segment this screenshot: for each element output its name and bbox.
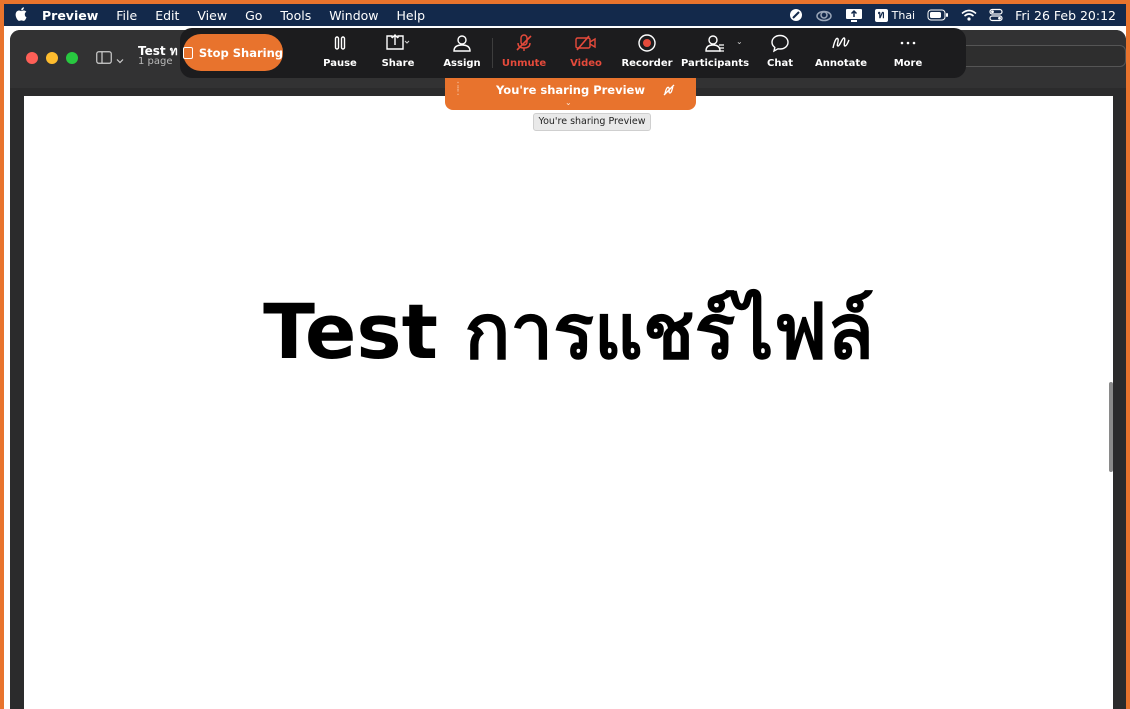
close-window-button[interactable] [26, 52, 38, 64]
minimize-window-button[interactable] [46, 52, 58, 64]
pause-label: Pause [323, 58, 357, 69]
menu-file[interactable]: File [107, 8, 146, 23]
menu-help[interactable]: Help [388, 8, 435, 23]
more-icon [898, 33, 918, 53]
battery-icon[interactable] [927, 7, 949, 23]
stop-sharing-label: Stop Sharing [198, 45, 283, 60]
unmute-button[interactable]: Unmute [502, 33, 546, 75]
sidebar-toggle-button[interactable] [96, 49, 124, 68]
chat-icon [770, 33, 790, 53]
chat-label: Chat [767, 58, 793, 69]
sidebar-icon [96, 49, 112, 68]
apple-icon[interactable] [4, 6, 38, 24]
video-label: Video [570, 58, 602, 69]
chat-button[interactable]: Chat [762, 33, 798, 75]
pause-share-button[interactable]: Pause [322, 33, 358, 75]
annotate-icon [830, 33, 852, 53]
annotate-button[interactable]: Annotate [815, 33, 867, 75]
chevron-down-icon [116, 49, 124, 68]
recorder-label: Recorder [621, 58, 673, 69]
input-source-badge: ท [874, 8, 888, 22]
menu-view[interactable]: View [188, 8, 236, 23]
more-button[interactable]: More [892, 33, 924, 75]
fullscreen-window-button[interactable] [66, 52, 78, 64]
vertical-scrollbar[interactable] [1109, 382, 1113, 472]
chevron-down-icon[interactable]: ⌄ [565, 98, 572, 107]
share-label: Share [381, 58, 415, 69]
participants-label: Participants [680, 58, 750, 69]
menu-app-preview[interactable]: Preview [38, 8, 107, 23]
document-page: Test การแชร์ไฟล์ [24, 96, 1113, 709]
sharing-banner-text: You're sharing Preview [496, 83, 645, 97]
assign-label: Assign [443, 58, 481, 69]
meeting-toolbar: Stop Sharing Pause Share Assign Unmute V… [180, 28, 966, 78]
menu-edit[interactable]: Edit [146, 8, 188, 23]
stop-square-icon [183, 46, 193, 59]
menu-window[interactable]: Window [320, 8, 387, 23]
unmute-label: Unmute [501, 58, 547, 69]
status-area: ท Thai Fri 26 Feb 20:12 [789, 4, 1116, 26]
menu-bar: Preview File Edit View Go Tools Window H… [4, 4, 1126, 26]
creative-cloud-icon[interactable] [815, 7, 833, 23]
video-off-icon [574, 33, 598, 53]
annotation-disabled-icon[interactable] [662, 82, 676, 101]
window-controls [26, 52, 78, 64]
toolbar-divider [492, 38, 493, 68]
participants-icon [704, 33, 726, 53]
assign-button[interactable]: Assign [442, 33, 482, 75]
recorder-button[interactable]: Recorder [621, 33, 673, 75]
participants-chevron-icon[interactable]: ⌄ [736, 37, 743, 46]
document-headline: Test การแชร์ไฟล์ [263, 287, 874, 376]
record-icon [637, 33, 657, 53]
circle-slash-icon[interactable] [789, 7, 803, 23]
menu-tools[interactable]: Tools [271, 8, 320, 23]
preview-window: Test ท 1 page Test การแชร์ไฟล์ [10, 30, 1126, 709]
input-source-label: Thai [891, 8, 916, 22]
microphone-muted-icon [514, 33, 534, 53]
screen-share-icon[interactable] [845, 7, 863, 23]
video-button[interactable]: Video [568, 33, 604, 75]
annotate-label: Annotate [815, 58, 867, 69]
pause-icon [332, 33, 348, 53]
assign-icon [452, 33, 472, 53]
stop-sharing-button[interactable]: Stop Sharing [183, 34, 283, 71]
control-center-icon[interactable] [989, 7, 1003, 23]
wifi-icon[interactable] [961, 7, 977, 23]
share-screen-icon [385, 33, 411, 53]
sharing-banner[interactable]: ⋮ ⋮ You're sharing Preview ⌄ [445, 78, 696, 110]
clock[interactable]: Fri 26 Feb 20:12 [1015, 8, 1116, 23]
sharing-tooltip: You're sharing Preview [533, 113, 651, 131]
share-screen-button[interactable]: Share [380, 33, 416, 75]
input-source-icon[interactable]: ท Thai [874, 7, 916, 23]
menu-go[interactable]: Go [236, 8, 271, 23]
document-page-count: 1 page [138, 56, 173, 67]
more-label: More [893, 58, 923, 69]
